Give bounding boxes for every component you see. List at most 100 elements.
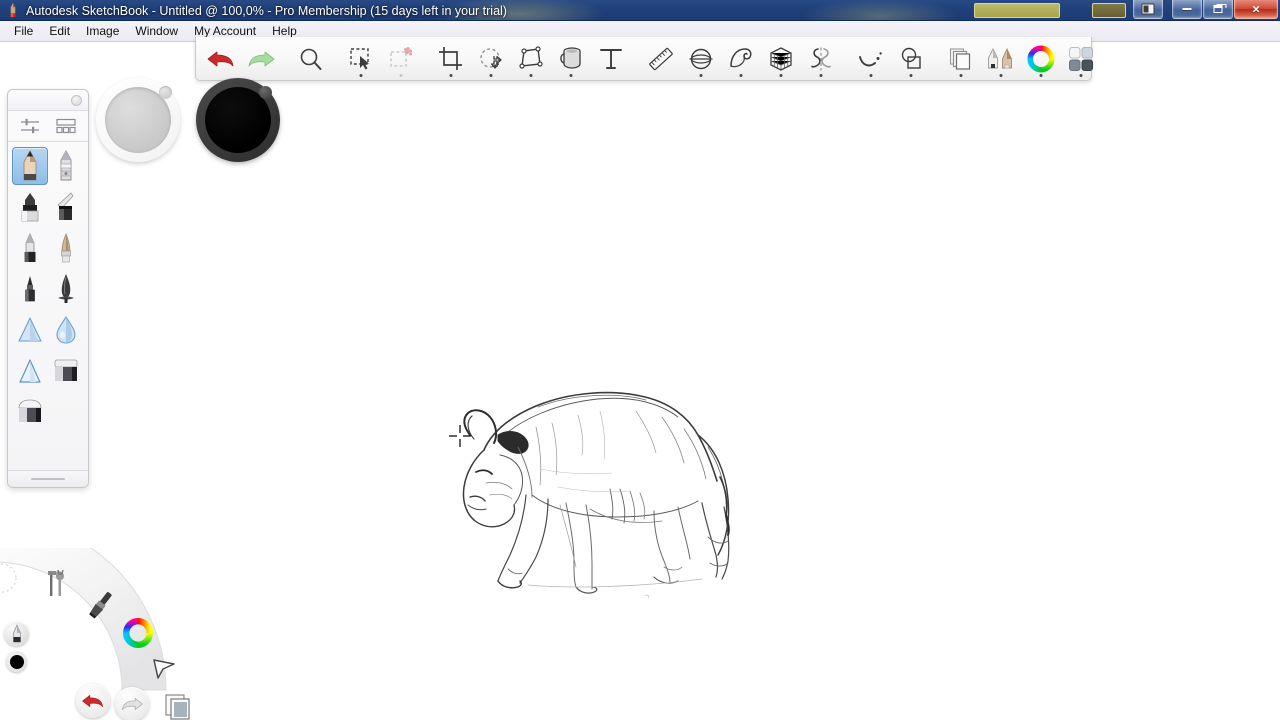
sliders-icon: [21, 118, 39, 134]
cursor-arrow-icon: [153, 659, 175, 679]
restore-layout-icon: [1141, 3, 1155, 15]
predictive-stroke-icon: [859, 51, 882, 66]
perspective-grid-icon: [770, 46, 792, 71]
paint-bucket-icon: [560, 46, 581, 69]
hard-cone-icon: [19, 359, 41, 383]
redo-button[interactable]: [241, 38, 281, 80]
current-color-indicator[interactable]: [6, 651, 27, 672]
lagoon-layers[interactable]: [162, 690, 198, 720]
toolbar-group-zoom: [286, 37, 336, 80]
color-swatch: [9, 654, 24, 669]
resize-grip[interactable]: [31, 478, 65, 480]
lagoon-redo-button[interactable]: [115, 687, 149, 720]
selection-tool-button[interactable]: [341, 38, 381, 80]
ellipse-guide-button[interactable]: [681, 38, 721, 80]
paintbrush-icon: [61, 232, 71, 263]
pencil-nib-icon: [12, 623, 21, 642]
background-color-puck[interactable]: [96, 78, 180, 162]
toolbar-group-guides: [636, 37, 846, 80]
crosshair-cursor: [449, 425, 471, 447]
brush-hard-blend[interactable]: [12, 352, 48, 390]
distort-tool-button[interactable]: [511, 38, 551, 80]
grid-view-icon: [56, 118, 76, 134]
text-tool-button[interactable]: [591, 38, 631, 80]
ruler-button[interactable]: [641, 38, 681, 80]
brush-properties-button[interactable]: [16, 114, 44, 138]
restore-layout-button[interactable]: [1133, 0, 1163, 19]
desktop-wallpaper-artifact: [1092, 3, 1126, 18]
artwork-bison-sketch: [462, 391, 730, 599]
transform-move-icon: [480, 47, 502, 69]
brush-smear[interactable]: [48, 311, 84, 349]
brush-ballpoint[interactable]: [48, 147, 84, 185]
transform-tool-button[interactable]: [471, 38, 511, 80]
predictive-stroke-button[interactable]: [851, 38, 891, 80]
brush-pencil[interactable]: [12, 147, 48, 185]
maximize-restore-icon: [1213, 4, 1227, 13]
brush-panel-titlebar[interactable]: [8, 90, 88, 111]
brush-soft-blend[interactable]: [12, 311, 48, 349]
felt-pen-icon: [24, 233, 36, 262]
menu-image[interactable]: Image: [78, 22, 127, 41]
window-titlebar[interactable]: Autodesk SketchBook - Untitled @ 100,0% …: [0, 0, 1280, 21]
lagoon-color[interactable]: [120, 615, 156, 651]
lagoon-marking-menu-puck[interactable]: [0, 563, 17, 593]
menu-edit[interactable]: Edit: [41, 22, 78, 41]
perspective-guide-button[interactable]: [761, 38, 801, 80]
deselect-button[interactable]: [381, 38, 421, 80]
brush-panel-toolbar: [8, 111, 88, 142]
eraser-soft[interactable]: [48, 352, 84, 390]
symmetry-icon: [811, 47, 831, 70]
maximize-button[interactable]: [1203, 0, 1233, 19]
brush-panel-close-dot[interactable]: [71, 95, 82, 106]
flame-brush-icon: [58, 274, 74, 303]
layers-stack-icon: [165, 694, 190, 720]
magnifier-icon: [300, 48, 322, 70]
brush-view-mode-button[interactable]: [52, 114, 80, 138]
ui-toggle-button[interactable]: [1061, 38, 1101, 80]
menu-file[interactable]: File: [6, 22, 41, 41]
deselect-icon: [390, 46, 413, 67]
brush-airbrush[interactable]: [12, 270, 48, 308]
marquee-select-icon: [350, 47, 369, 69]
minimize-button[interactable]: [1172, 0, 1202, 19]
lagoon-cursor[interactable]: [146, 650, 182, 686]
brush-palette-button[interactable]: [981, 38, 1021, 80]
lagoon-brushes[interactable]: [82, 588, 118, 624]
brush-grid: [8, 142, 88, 470]
close-icon: ×: [1252, 1, 1260, 17]
water-drop-icon: [56, 315, 76, 344]
lagoon-tools[interactable]: [38, 565, 74, 601]
eraser-hard[interactable]: [12, 393, 48, 431]
menu-window[interactable]: Window: [127, 22, 186, 41]
close-button[interactable]: ×: [1234, 0, 1278, 19]
ellipse-guide-icon: [689, 48, 713, 69]
text-tool-icon: [600, 48, 622, 69]
hammer-wrench-icon: [48, 569, 64, 596]
shapes-button[interactable]: [891, 38, 931, 80]
brush-chisel-marker[interactable]: [48, 188, 84, 226]
desktop-wallpaper-artifact: [974, 3, 1060, 18]
brush-flame[interactable]: [48, 270, 84, 308]
brush-marker[interactable]: [12, 188, 48, 226]
brush-felt-pen[interactable]: [12, 229, 48, 267]
fill-tool-button[interactable]: [551, 38, 591, 80]
color-wheel-button[interactable]: [1021, 38, 1061, 80]
zoom-tool-button[interactable]: [291, 38, 331, 80]
brush-paintbrush[interactable]: [48, 229, 84, 267]
brush-panel-footer[interactable]: [8, 470, 88, 487]
foreground-color-puck[interactable]: [196, 78, 280, 162]
puck-handle-nub[interactable]: [259, 86, 272, 99]
puck-handle-nub[interactable]: [159, 86, 172, 99]
toolbar-group-selection: [336, 37, 426, 80]
french-curve-button[interactable]: [721, 38, 761, 80]
crop-tool-button[interactable]: [431, 38, 471, 80]
crop-icon: [439, 46, 462, 70]
symmetry-button[interactable]: [801, 38, 841, 80]
layers-button[interactable]: [941, 38, 981, 80]
layers-stack-icon: [949, 47, 971, 70]
lagoon-undo-button[interactable]: [76, 684, 110, 718]
paintbrush-icon: [89, 592, 112, 619]
undo-button[interactable]: [201, 38, 241, 80]
current-brush-indicator[interactable]: [4, 621, 29, 646]
